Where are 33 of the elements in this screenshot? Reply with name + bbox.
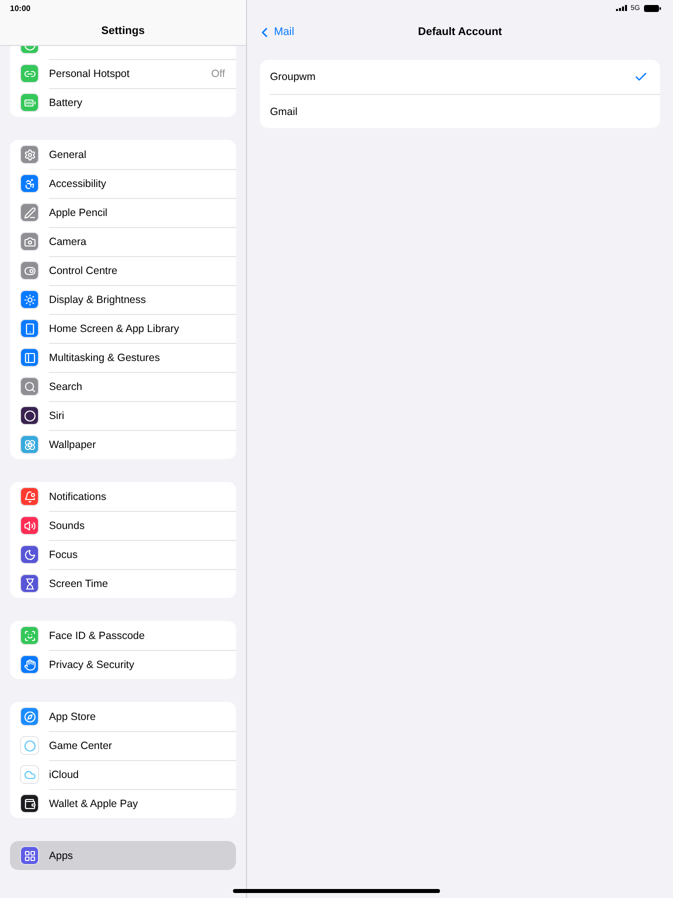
- settings-item[interactable]: Wallet & Apple Pay: [10, 789, 236, 818]
- settings-item[interactable]: Accessibility: [10, 169, 236, 198]
- settings-item[interactable]: Siri: [10, 401, 236, 430]
- settings-item[interactable]: App Store: [10, 702, 236, 731]
- settings-item[interactable]: Sounds: [10, 511, 236, 540]
- settings-item[interactable]: Screen Time: [10, 569, 236, 598]
- account-option[interactable]: Gmail: [270, 94, 660, 128]
- settings-item[interactable]: Apple Pencil: [10, 198, 236, 227]
- signal-icon: [616, 5, 627, 11]
- settings-item[interactable]: Battery: [10, 88, 236, 117]
- item-value: Off: [211, 68, 225, 80]
- settings-item[interactable]: Apps: [10, 841, 236, 870]
- back-link[interactable]: Mail: [257, 24, 294, 40]
- page-title: Default Account: [418, 26, 502, 38]
- settings-item[interactable]: Privacy & Security: [10, 650, 236, 679]
- settings-item[interactable]: General: [10, 140, 236, 169]
- settings-item[interactable]: Multitasking & Gestures: [10, 343, 236, 372]
- settings-item[interactable]: Personal Hotspot Off: [10, 59, 236, 88]
- settings-item[interactable]: Control Centre: [10, 256, 236, 285]
- settings-item[interactable]: Search: [10, 372, 236, 401]
- battery-icon: [644, 4, 661, 12]
- settings-item[interactable]: iCloud: [10, 760, 236, 789]
- account-option[interactable]: Groupwm: [270, 60, 660, 94]
- settings-item[interactable]: Focus: [10, 540, 236, 569]
- settings-item[interactable]: Notifications: [10, 482, 236, 511]
- settings-item[interactable]: Game Center: [10, 731, 236, 760]
- settings-item[interactable]: Display & Brightness: [10, 285, 236, 314]
- status-time: 10:00: [10, 4, 30, 12]
- settings-item[interactable]: Wallpaper: [10, 430, 236, 459]
- settings-item[interactable]: Face ID & Passcode: [10, 621, 236, 650]
- sidebar-title: Settings: [101, 25, 145, 37]
- settings-item[interactable]: Camera: [10, 227, 236, 256]
- settings-item[interactable]: Home Screen & App Library: [10, 314, 236, 343]
